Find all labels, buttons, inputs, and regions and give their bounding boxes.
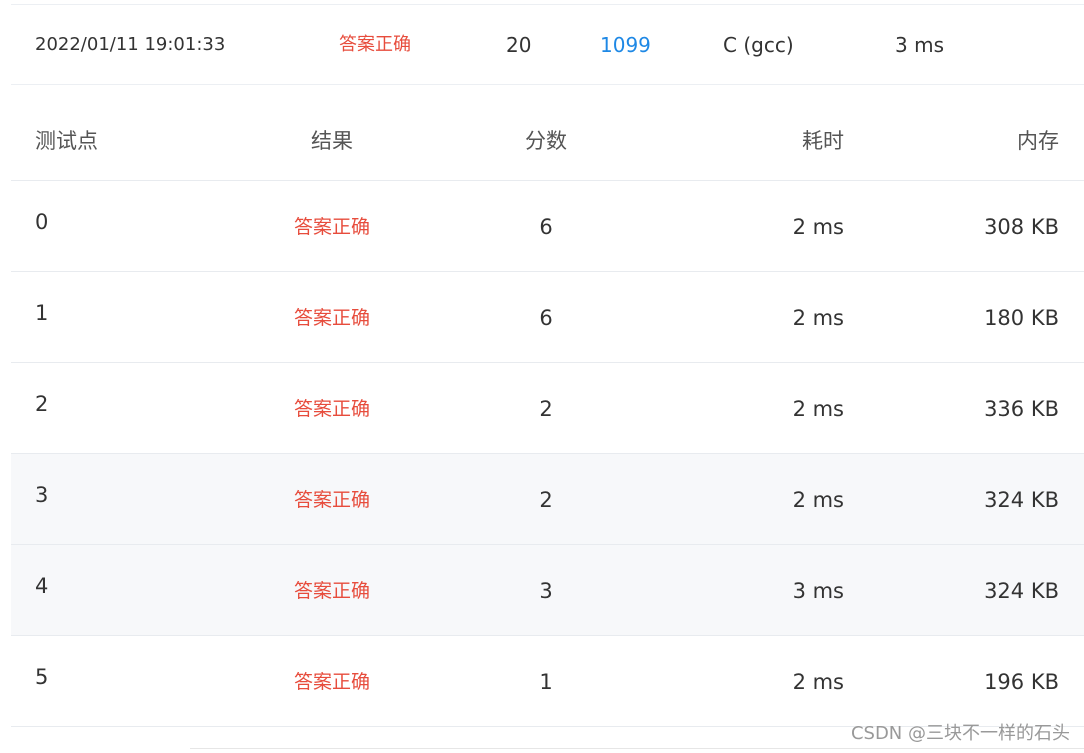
submission-status: 答案正确 — [339, 34, 411, 55]
watermark: CSDN @三块不一样的石头 — [850, 723, 1070, 744]
case-memory: 324 KB — [984, 488, 1059, 512]
case-memory: 308 KB — [984, 215, 1059, 239]
submission-summary-row: 2022/01/11 19:01:33 答案正确 20 1099 C (gcc)… — [11, 4, 1084, 85]
header-score: 分数 — [525, 129, 567, 153]
table-row: 0 答案正确 6 2 ms 308 KB — [11, 181, 1084, 272]
case-time: 2 ms — [792, 488, 844, 512]
submission-language: C (gcc) — [723, 33, 794, 57]
divider — [190, 748, 1084, 749]
case-score: 2 — [539, 397, 553, 421]
submission-time: 2022/01/11 19:01:33 — [35, 34, 226, 55]
submission-result-page: 2022/01/11 19:01:33 答案正确 20 1099 C (gcc)… — [0, 0, 1084, 753]
case-time: 2 ms — [792, 670, 844, 694]
case-score: 1 — [539, 670, 553, 694]
case-time: 2 ms — [792, 215, 844, 239]
case-score: 6 — [539, 306, 553, 330]
case-time: 2 ms — [792, 397, 844, 421]
case-score: 2 — [539, 488, 553, 512]
case-score: 3 — [539, 579, 553, 603]
submission-time-used: 3 ms — [895, 33, 944, 57]
submission-score: 20 — [506, 33, 532, 57]
case-time: 3 ms — [792, 579, 844, 603]
problem-link[interactable]: 1099 — [600, 32, 651, 58]
case-time: 2 ms — [792, 306, 844, 330]
table-row: 5 答案正确 1 2 ms 196 KB — [11, 636, 1084, 727]
table-row: 2 答案正确 2 2 ms 336 KB — [11, 363, 1084, 454]
case-score: 6 — [539, 215, 553, 239]
case-memory: 336 KB — [984, 397, 1059, 421]
header-memory: 内存 — [1017, 129, 1059, 153]
table-row: 3 答案正确 2 2 ms 324 KB — [11, 454, 1084, 545]
table-row: 1 答案正确 6 2 ms 180 KB — [11, 272, 1084, 363]
case-memory: 324 KB — [984, 579, 1059, 603]
table-row: 4 答案正确 3 3 ms 324 KB — [11, 545, 1084, 636]
case-memory: 196 KB — [984, 670, 1059, 694]
header-time: 耗时 — [802, 129, 844, 153]
table-header-row: 测试点 结果 分数 耗时 内存 — [11, 100, 1084, 181]
case-memory: 180 KB — [984, 306, 1059, 330]
test-case-table: 测试点 结果 分数 耗时 内存 0 答案正确 6 2 ms 308 KB 1 答… — [11, 100, 1084, 727]
